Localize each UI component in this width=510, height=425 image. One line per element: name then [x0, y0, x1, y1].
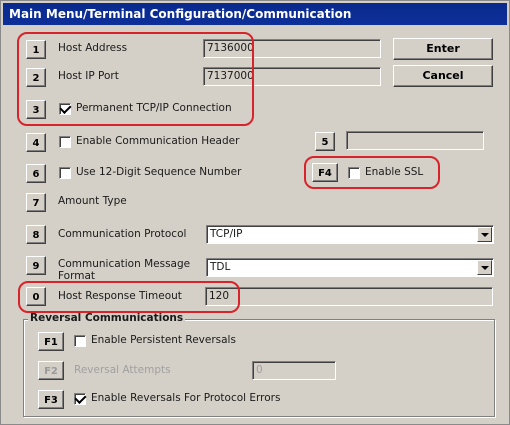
reversal-group-title: Reversal Communications	[28, 312, 186, 324]
check-mark-icon	[73, 391, 87, 405]
comm-header-checkbox[interactable]	[59, 136, 71, 148]
chevron-down-icon[interactable]	[477, 260, 492, 275]
key-6-button[interactable]: 6	[26, 164, 46, 183]
key-5-button[interactable]: 5	[315, 132, 335, 151]
enter-button[interactable]: Enter	[393, 38, 493, 60]
key-7-button[interactable]: 7	[26, 193, 46, 212]
seq-number-checkbox[interactable]	[59, 167, 71, 179]
highlight-ssl	[304, 156, 440, 189]
protocol-errors-checkbox[interactable]	[73, 391, 87, 405]
reversal-attempts-label: Reversal Attempts	[74, 364, 171, 376]
comm-protocol-label: Communication Protocol	[58, 228, 187, 240]
comm-protocol-value: TCP/IP	[210, 228, 243, 240]
reversal-attempts-field: 0	[252, 361, 336, 380]
comm-message-format-dropdown[interactable]: TDL	[206, 258, 494, 277]
seq-number-label: Use 12-Digit Sequence Number	[76, 166, 242, 178]
chevron-down-icon[interactable]	[477, 227, 492, 242]
highlight-timeout	[18, 281, 240, 313]
host-timeout-field[interactable]: 120	[205, 287, 493, 306]
protocol-errors-label: Enable Reversals For Protocol Errors	[91, 392, 281, 404]
key-4-button[interactable]: 4	[26, 133, 46, 152]
persistent-reversals-label: Enable Persistent Reversals	[91, 334, 236, 346]
field-5-input[interactable]	[346, 131, 484, 150]
key-9-button[interactable]: 9	[26, 256, 46, 275]
terminal-config-window: Main Menu/Terminal Configuration/Communi…	[0, 0, 510, 425]
comm-message-format-value: TDL	[210, 261, 231, 273]
highlight-host-group	[17, 32, 254, 126]
key-f1-button[interactable]: F1	[38, 332, 64, 351]
comm-header-label: Enable Communication Header	[76, 135, 240, 147]
cancel-button[interactable]: Cancel	[393, 65, 493, 87]
key-f2-button: F2	[38, 361, 64, 380]
key-8-button[interactable]: 8	[26, 225, 46, 244]
amount-type-label: Amount Type	[58, 195, 127, 207]
persistent-reversals-checkbox[interactable]	[74, 335, 86, 347]
comm-message-format-label: Communication Message Format	[58, 258, 191, 282]
window-title: Main Menu/Terminal Configuration/Communi…	[3, 3, 507, 25]
comm-protocol-dropdown[interactable]: TCP/IP	[206, 225, 494, 244]
key-f3-button[interactable]: F3	[38, 390, 64, 409]
